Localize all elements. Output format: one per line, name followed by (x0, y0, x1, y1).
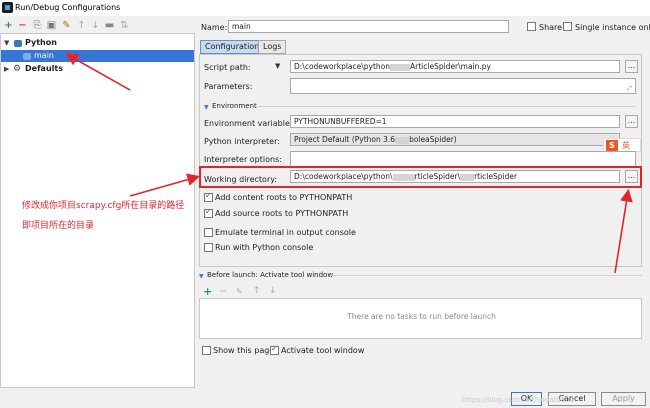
arrow-to-working-dir-label (129, 173, 201, 197)
arrow-to-browse-button (614, 188, 633, 274)
arrow-to-main (65, 53, 131, 91)
annotation-note-line1: 修改成你项目scrapy.cfg所在目录的路径 (22, 201, 185, 211)
annotation-note-line2: 即项目所在的目录 (22, 221, 95, 231)
